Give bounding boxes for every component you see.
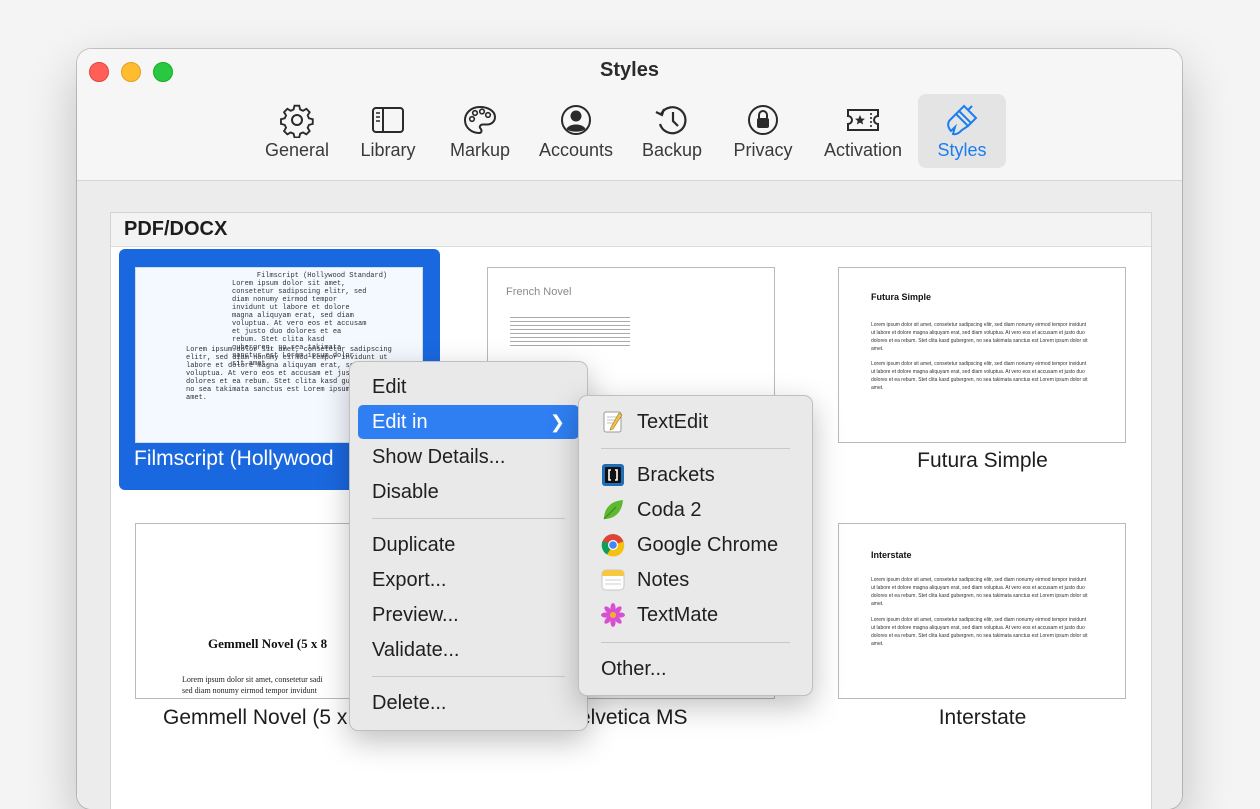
title-bar: Styles General Library Markup Accounts B… xyxy=(77,49,1182,181)
preview-text: Lorem ipsum dolor sit amet, consetetur s… xyxy=(871,361,1088,391)
ticket-star-icon xyxy=(847,109,879,131)
preview-heading: Filmscript (Hollywood Standard) xyxy=(256,272,388,280)
tab-activation-label: Activation xyxy=(823,140,903,160)
menu-item-edit[interactable]: Edit xyxy=(358,370,579,404)
submenu-item-notes[interactable]: Notes xyxy=(587,563,804,597)
preview-heading: French Novel xyxy=(506,286,572,298)
menu-item-duplicate[interactable]: Duplicate xyxy=(358,528,579,562)
menu-item-show-details[interactable]: Show Details... xyxy=(358,440,579,474)
submenu-item-label: Google Chrome xyxy=(637,533,779,556)
menu-separator xyxy=(601,448,790,449)
style-name: Gemmell Novel (5 x xyxy=(163,706,348,729)
submenu-item-label: Coda 2 xyxy=(637,498,702,521)
chrome-icon xyxy=(601,534,625,557)
preview-text: Lorem ipsum dolor sit amet, consetetur s… xyxy=(871,617,1088,647)
style-preview-interstate: Interstate Lorem ipsum dolor sit amet, c… xyxy=(838,523,1126,699)
tab-activation[interactable]: Activation xyxy=(815,94,911,168)
tab-privacy[interactable]: Privacy xyxy=(727,94,799,168)
tab-markup[interactable]: Markup xyxy=(441,94,519,168)
menu-item-export[interactable]: Export... xyxy=(358,563,579,597)
submenu-item-label: Brackets xyxy=(637,463,715,486)
tab-library-label: Library xyxy=(360,140,416,160)
tab-styles[interactable]: Styles xyxy=(918,94,1006,168)
chevron-right-icon: ❯ xyxy=(549,412,565,432)
tab-privacy-label: Privacy xyxy=(733,140,793,160)
tab-markup-label: Markup xyxy=(449,140,511,160)
preview-heading: Futura Simple xyxy=(871,292,932,302)
menu-separator xyxy=(601,642,790,643)
style-tile-futura-simple[interactable]: Futura Simple Lorem ipsum dolor sit amet… xyxy=(822,249,1143,490)
submenu-item-label: TextEdit xyxy=(637,410,709,433)
submenu-item-chrome[interactable]: Google Chrome xyxy=(587,528,804,562)
menu-item-preview[interactable]: Preview... xyxy=(358,598,579,632)
submenu-item-textmate[interactable]: TextMate xyxy=(587,598,804,632)
tab-accounts-label: Accounts xyxy=(538,140,614,160)
submenu-item-textedit[interactable]: TextEdit xyxy=(587,405,804,439)
tab-backup[interactable]: Backup xyxy=(635,94,709,168)
section-header: PDF/DOCX xyxy=(111,213,1151,247)
coda-leaf-icon xyxy=(603,500,623,520)
notes-icon xyxy=(601,569,625,591)
menu-separator xyxy=(372,518,565,519)
preview-text: Lorem ipsum dolor sit amet, consetetur s… xyxy=(182,675,323,684)
style-tile-interstate[interactable]: Interstate Lorem ipsum dolor sit amet, c… xyxy=(822,505,1143,746)
tab-accounts[interactable]: Accounts xyxy=(532,94,620,168)
tab-library[interactable]: Library xyxy=(352,94,424,168)
tab-general-label: General xyxy=(264,140,330,160)
preview-text: Lorem ipsum dolor sit amet, consetetur s… xyxy=(871,577,1088,607)
tab-backup-label: Backup xyxy=(641,140,703,160)
preview-text: sed diam nonumy eirmod tempor invidunt xyxy=(182,686,317,695)
menu-item-delete[interactable]: Delete... xyxy=(358,686,579,720)
paintbrush-icon xyxy=(947,104,978,136)
tab-general[interactable]: General xyxy=(257,94,337,168)
style-name: Futura Simple xyxy=(917,449,1048,472)
library-icon xyxy=(372,107,404,133)
lock-icon xyxy=(748,105,778,135)
menu-separator xyxy=(372,676,565,677)
preferences-toolbar: General Library Markup Accounts Backup P… xyxy=(77,94,1182,168)
submenu-item-label: Notes xyxy=(637,568,690,591)
menu-item-edit-in[interactable]: Edit in ❯ xyxy=(358,405,579,439)
style-preview-futura-simple: Futura Simple Lorem ipsum dolor sit amet… xyxy=(838,267,1126,443)
submenu-item-other[interactable]: Other... xyxy=(587,652,804,686)
style-name: Interstate xyxy=(938,706,1027,729)
edit-in-submenu: TextEdit Brackets Coda 2 Google Chrome N… xyxy=(578,395,813,696)
menu-item-edit-in-label: Edit in xyxy=(372,410,428,433)
gear-icon xyxy=(280,104,314,138)
preview-text: Lorem ipsum dolor sit amet, consetetur s… xyxy=(871,322,1088,352)
submenu-item-label: TextMate xyxy=(637,603,719,626)
submenu-item-brackets[interactable]: Brackets xyxy=(587,458,804,492)
menu-item-validate[interactable]: Validate... xyxy=(358,633,579,667)
backup-clock-icon xyxy=(655,106,687,135)
context-menu: Edit Edit in ❯ Show Details... Disable D… xyxy=(349,361,588,731)
palette-icon xyxy=(463,105,497,135)
preview-text xyxy=(510,314,630,349)
section-title: PDF/DOCX xyxy=(124,218,228,240)
textedit-icon xyxy=(603,411,623,433)
style-name: elvetica MS xyxy=(579,706,688,729)
window-title: Styles xyxy=(600,59,659,81)
brackets-icon xyxy=(602,464,624,486)
submenu-item-coda[interactable]: Coda 2 xyxy=(587,493,804,527)
tab-styles-label: Styles xyxy=(937,140,987,160)
menu-item-disable[interactable]: Disable xyxy=(358,475,579,509)
preview-heading: Interstate xyxy=(871,550,912,560)
account-icon xyxy=(561,105,591,135)
preview-heading: Gemmell Novel (5 x 8 xyxy=(208,636,328,651)
textmate-flower-icon xyxy=(601,603,625,627)
